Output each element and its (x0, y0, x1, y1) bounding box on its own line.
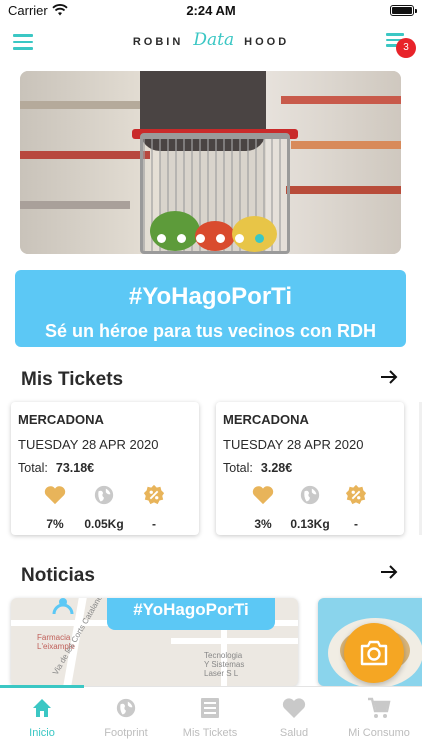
heart-icon (282, 698, 306, 718)
tab-salud[interactable]: Salud (252, 687, 336, 750)
tab-footprint[interactable]: Footprint (84, 687, 168, 750)
ticket-card[interactable]: MERCADONA TUESDAY 28 APR 2020 Total: 73.1… (11, 402, 199, 535)
globe-icon (116, 698, 136, 718)
ticket-discount: - (354, 517, 358, 531)
notification-badge[interactable]: 3 (396, 38, 416, 58)
camera-button[interactable] (344, 623, 404, 683)
map-label: Tecnologia (204, 651, 243, 660)
camera-icon (360, 640, 388, 666)
heart-icon (252, 486, 274, 505)
heart-icon (44, 486, 66, 505)
tickets-arrow-icon[interactable] (380, 369, 398, 385)
ticket-total: Total: 3.28€ (223, 461, 292, 475)
ticket-store: MERCADONA (223, 412, 309, 427)
receipt-icon (201, 698, 219, 718)
carousel-dot[interactable] (235, 234, 245, 243)
wifi-icon (52, 4, 68, 16)
carrier-label: Carrier (8, 3, 48, 18)
hero-shelf-row (20, 101, 140, 109)
ticket-total-label: Total: (223, 461, 253, 475)
hero-shelf-row (20, 201, 130, 209)
tab-mi-consumo[interactable]: Mi Consumo (336, 687, 422, 750)
carousel-dot-active[interactable] (254, 234, 264, 243)
news-section-title: Noticias (21, 565, 95, 586)
top-nav: ROBIN Data HOOD 3 (0, 22, 422, 64)
campaign-title: #YoHagoPorTi (128, 283, 293, 310)
tab-label: Mi Consumo (348, 727, 410, 739)
map-road (171, 638, 298, 644)
ticket-store: MERCADONA (18, 412, 104, 427)
ticket-total-value: 3.28€ (260, 461, 293, 475)
brand-logo: ROBIN Data HOOD (0, 30, 422, 50)
ticket-discount: - (152, 517, 156, 531)
discount-icon (143, 484, 165, 505)
brand-right: HOOD (244, 36, 290, 48)
battery-icon (390, 5, 417, 16)
campaign-banner[interactable]: #YoHagoPorTi Sé un héroe para tus vecino… (15, 270, 406, 347)
hero-carousel[interactable] (20, 71, 401, 254)
brand-left: ROBIN (132, 36, 184, 48)
tab-mis-tickets[interactable]: Mis Tickets (168, 687, 252, 750)
carousel-dot[interactable] (176, 234, 186, 243)
ticket-card[interactable]: MERCADONA TUESDAY 28 APR 2020 Total: 3.28… (216, 402, 404, 535)
tab-label: Footprint (104, 727, 148, 739)
news-arrow-icon[interactable] (380, 564, 398, 580)
globe-icon (94, 485, 114, 505)
ticket-date: TUESDAY 28 APR 2020 (18, 437, 159, 452)
tab-label: Mis Tickets (182, 727, 238, 739)
hero-shelf-row (281, 96, 401, 104)
tickets-section-title: Mis Tickets (21, 369, 124, 390)
discount-icon (345, 484, 367, 505)
hero-shelf-row (291, 141, 401, 149)
tab-inicio[interactable]: Inicio (0, 687, 84, 750)
ticket-date: TUESDAY 28 APR 2020 (223, 437, 364, 452)
brand-mid: Data (193, 30, 235, 50)
ticket-total: Total: 73.18€ (18, 461, 94, 475)
carousel-dot[interactable] (196, 234, 206, 243)
tab-bar: Inicio Footprint Mis Tickets Salud Mi Co… (0, 685, 422, 750)
carousel-dot[interactable] (215, 234, 225, 243)
tab-label: Salud (279, 727, 309, 739)
map-label: Laser S L (204, 669, 239, 678)
carousel-dots (20, 230, 401, 248)
ticket-total-label: Total: (18, 461, 48, 475)
news-banner: #YoHagoPorTi (107, 598, 275, 630)
location-pin-icon (52, 598, 74, 614)
news-card-map[interactable]: #YoHagoPorTi Farmacia L'eixample Tecnolo… (11, 598, 298, 686)
hero-shelf-row (20, 151, 150, 159)
globe-icon (300, 485, 320, 505)
tab-label: Inicio (29, 727, 55, 739)
status-bar: Carrier 2:24 AM (0, 0, 422, 22)
menu-icon[interactable] (13, 34, 33, 50)
map-label: Farmacia (37, 633, 71, 642)
cart-icon (368, 697, 391, 718)
hero-shelf-left (20, 71, 160, 254)
carousel-dot[interactable] (157, 234, 167, 243)
ticket-weight: 0.13Kg (290, 517, 330, 531)
ticket-percent: 7% (46, 517, 64, 531)
campaign-subtitle: Sé un héroe para tus vecinos con RDH (44, 321, 377, 341)
map-label: Y Sistemas (204, 660, 245, 669)
ticket-weight: 0.05Kg (84, 517, 124, 531)
ticket-percent: 3% (254, 517, 272, 531)
ticket-total-value: 73.18€ (55, 461, 95, 475)
home-icon (33, 699, 51, 717)
hero-shelf-row (286, 186, 401, 194)
